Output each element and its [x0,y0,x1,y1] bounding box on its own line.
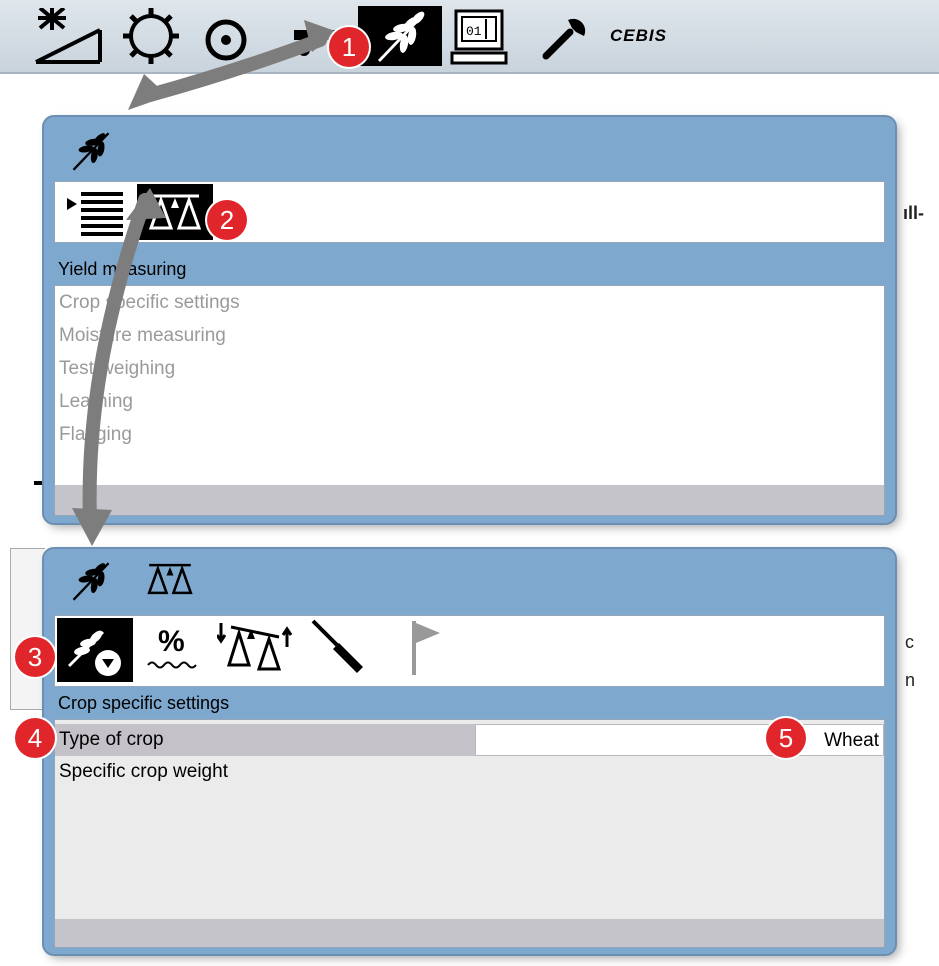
arrow-1 [143,33,327,102]
callout-badge-2: 2 [207,200,247,240]
callout-badge-3: 3 [15,637,55,677]
connector-arrows [72,20,338,546]
callout-badge-4: 4 [15,718,55,758]
arrow-2 [82,193,152,527]
callout-badge-1: 1 [329,27,369,67]
callout-badge-5: 5 [766,718,806,758]
